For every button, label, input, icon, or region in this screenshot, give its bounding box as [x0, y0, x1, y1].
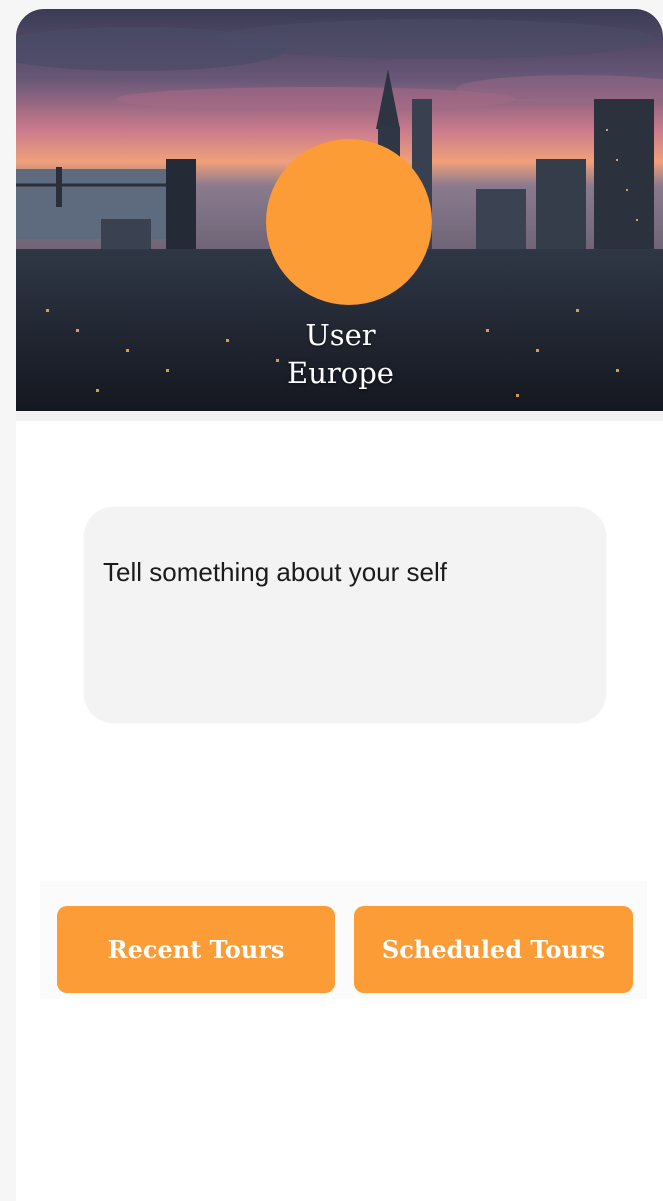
profile-screen: Tell something about your self Recent To… [16, 9, 663, 1201]
user-region: Europe [287, 356, 394, 390]
header-divider [16, 411, 663, 421]
user-name: User [305, 318, 376, 352]
about-placeholder: Tell something about your self [103, 557, 447, 587]
scheduled-tours-button[interactable]: Scheduled Tours [354, 906, 633, 993]
profile-avatar[interactable] [266, 139, 432, 305]
recent-tours-button[interactable]: Recent Tours [57, 906, 335, 993]
about-textarea[interactable]: Tell something about your self [84, 507, 606, 723]
